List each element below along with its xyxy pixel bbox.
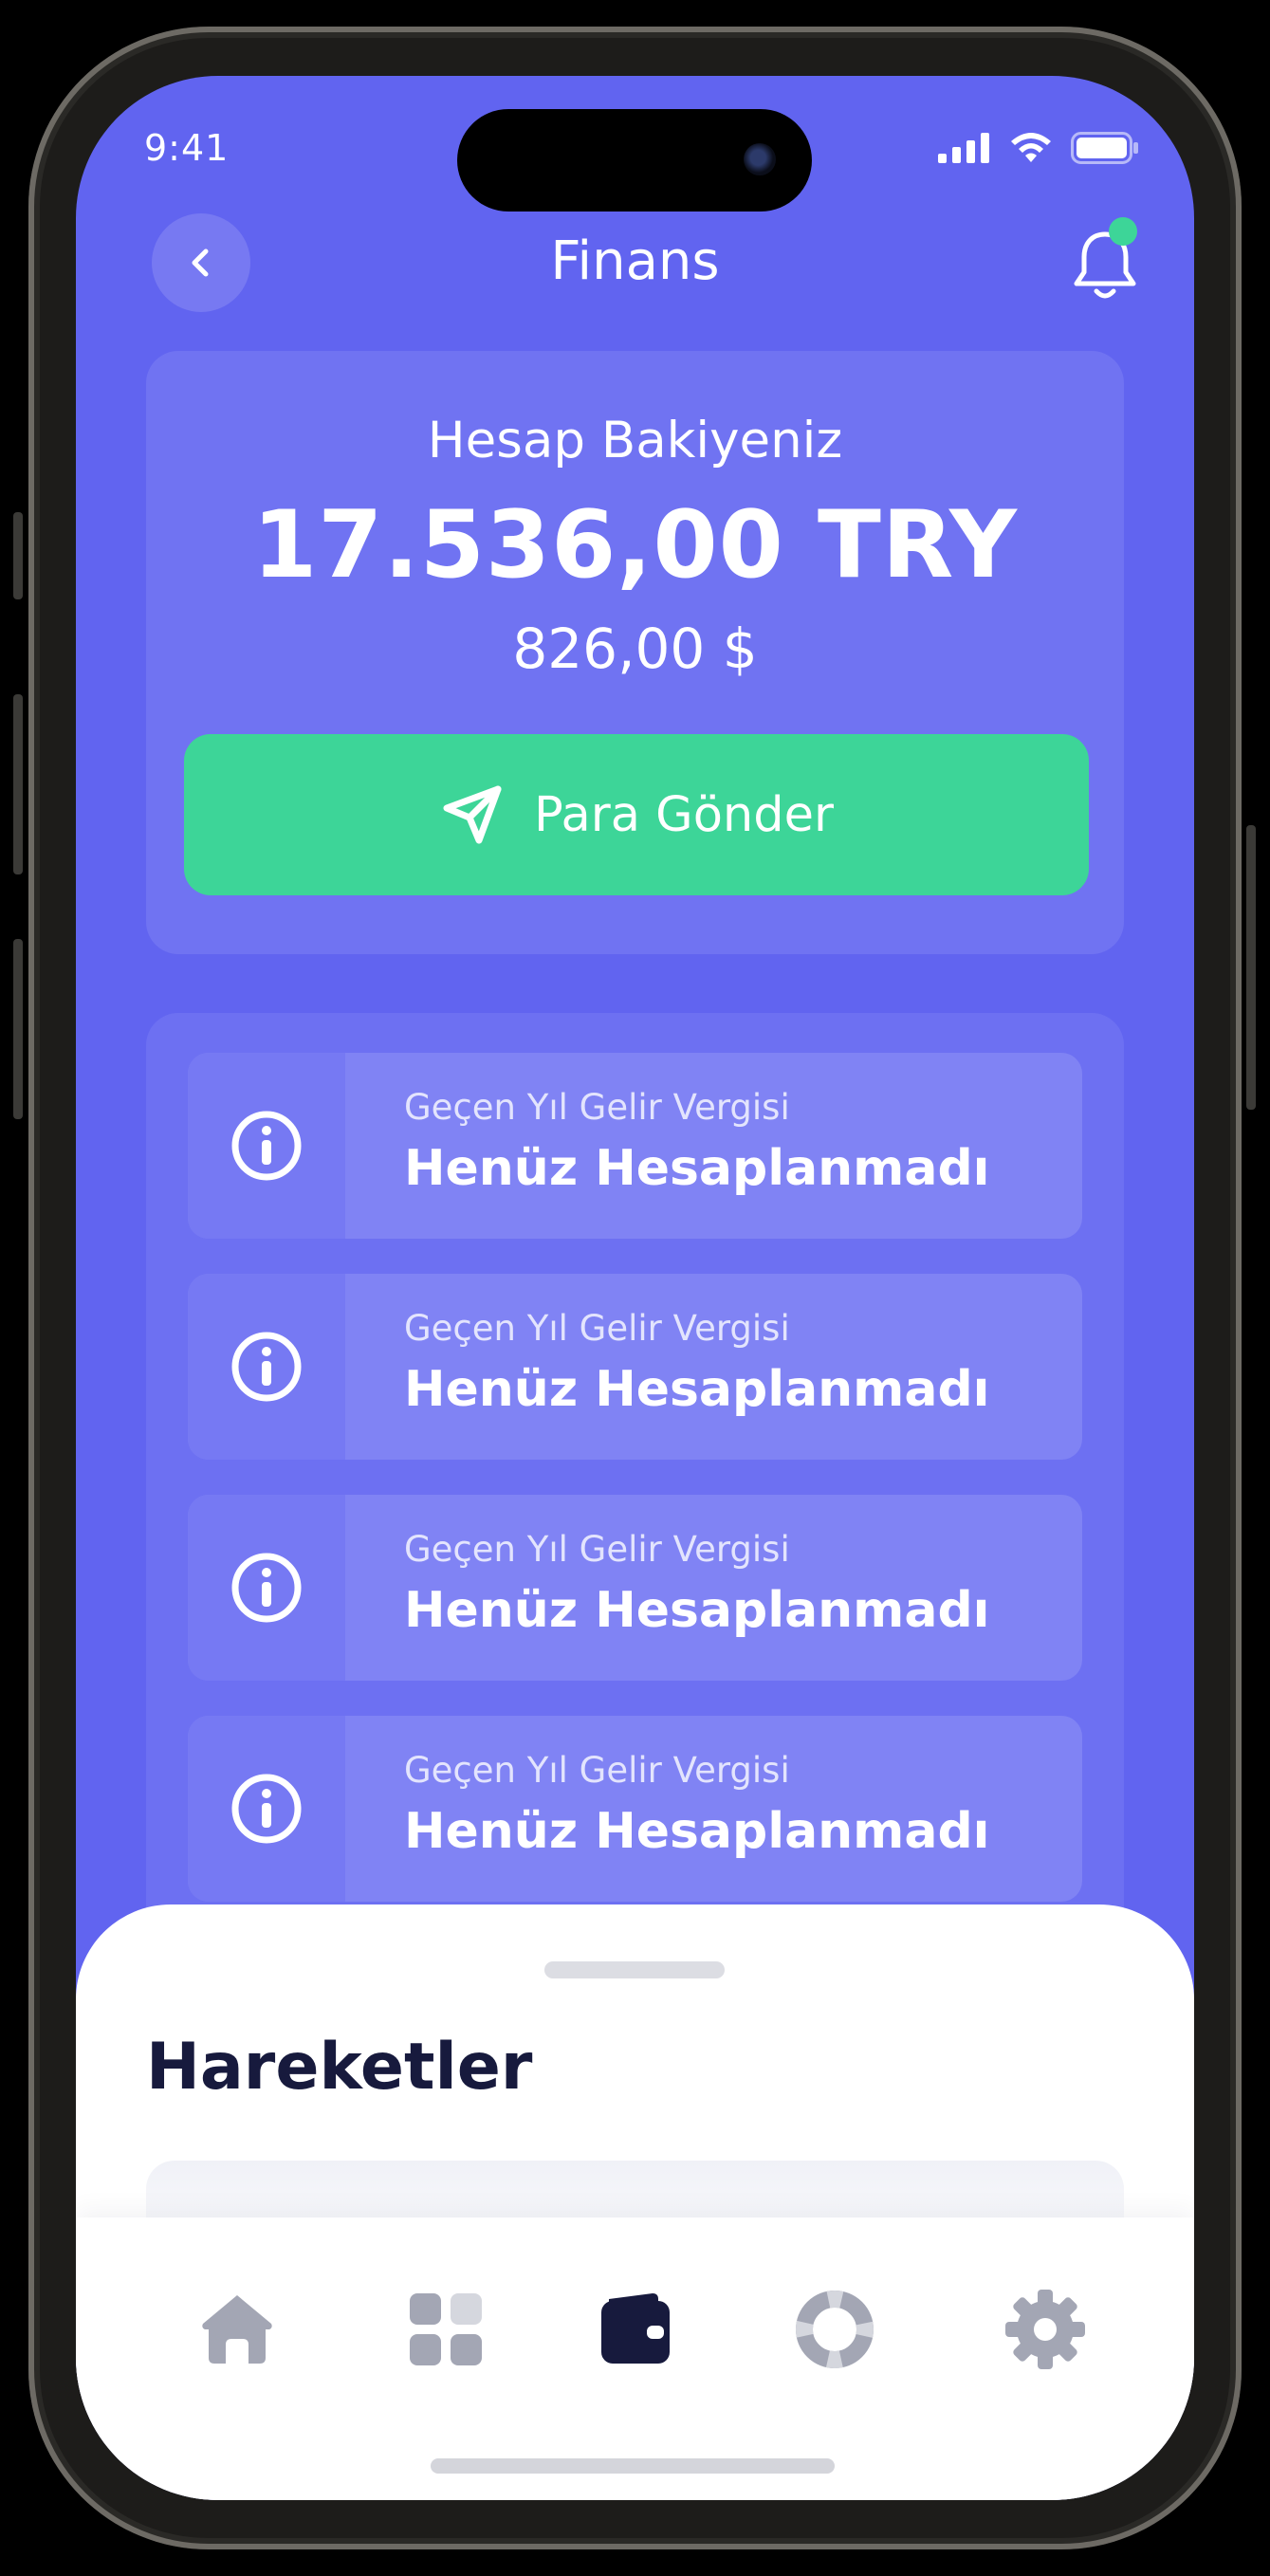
tax-item-subtitle: Geçen Yıl Gelir Vergisi	[404, 1529, 790, 1570]
tab-dashboard[interactable]	[396, 2280, 495, 2379]
tax-item-value: Henüz Hesaplanmadı	[404, 1803, 990, 1860]
home-indicator	[431, 2458, 835, 2474]
balance-card: Hesap Bakiyeniz 17.536,00 TRY 826,00 $ P…	[146, 351, 1124, 954]
sheet-grabber[interactable]	[544, 1961, 725, 1978]
tab-support[interactable]	[785, 2280, 884, 2379]
power-button	[1246, 825, 1256, 1110]
send-money-label: Para Gönder	[534, 786, 834, 843]
wifi-icon	[1011, 133, 1051, 162]
balance-label: Hesap Bakiyeniz	[427, 412, 843, 469]
tax-item[interactable]: Geçen Yıl Gelir Vergisi Henüz Hesaplanma…	[188, 1053, 1082, 1239]
volume-down-button	[13, 939, 23, 1119]
balance-amount-usd: 826,00 $	[512, 616, 758, 681]
tax-item-subtitle: Geçen Yıl Gelir Vergisi	[404, 1087, 790, 1128]
tax-item-subtitle: Geçen Yıl Gelir Vergisi	[404, 1308, 790, 1349]
notification-badge	[1109, 217, 1137, 246]
app-screen: 9:41 Finans Hesap Bakiyeniz 17.536,00 TR…	[76, 76, 1194, 2500]
silent-switch	[13, 512, 23, 599]
dynamic-island	[457, 109, 812, 212]
tax-item-icon-box	[188, 1495, 345, 1681]
tab-wallet[interactable]	[586, 2280, 685, 2379]
info-icon	[231, 1774, 302, 1844]
tax-item-value: Henüz Hesaplanmadı	[404, 1140, 990, 1197]
info-icon	[231, 1553, 302, 1623]
tax-item-icon-box	[188, 1716, 345, 1902]
tab-home[interactable]	[188, 2280, 286, 2379]
wallet-icon	[601, 2293, 670, 2364]
signal-icon	[938, 133, 989, 163]
front-camera	[744, 143, 776, 175]
home-icon	[202, 2295, 272, 2364]
volume-up-button	[13, 694, 23, 874]
tab-settings[interactable]	[996, 2280, 1095, 2379]
gear-icon	[1005, 2290, 1085, 2369]
info-icon	[231, 1332, 302, 1402]
battery-icon	[1071, 132, 1138, 164]
notifications-button[interactable]	[1061, 213, 1149, 312]
status-icons	[938, 131, 1139, 165]
tax-item[interactable]: Geçen Yıl Gelir Vergisi Henüz Hesaplanma…	[188, 1495, 1082, 1681]
sheet-title: Hareketler	[146, 2030, 533, 2105]
balance-amount: 17.536,00 TRY	[252, 491, 1018, 599]
send-icon	[443, 785, 502, 844]
info-icon	[231, 1111, 302, 1181]
header: Finans	[76, 213, 1194, 318]
page-title: Finans	[550, 230, 720, 292]
tax-item-value: Henüz Hesaplanmadı	[404, 1361, 990, 1418]
lifebuoy-icon	[796, 2291, 874, 2368]
send-money-button[interactable]: Para Gönder	[184, 734, 1089, 895]
grid-icon	[410, 2293, 482, 2365]
tax-item-value: Henüz Hesaplanmadı	[404, 1582, 990, 1639]
tax-item[interactable]: Geçen Yıl Gelir Vergisi Henüz Hesaplanma…	[188, 1716, 1082, 1902]
tax-item[interactable]: Geçen Yıl Gelir Vergisi Henüz Hesaplanma…	[188, 1274, 1082, 1460]
tax-item-icon-box	[188, 1053, 345, 1239]
status-time: 9:41	[144, 127, 230, 169]
transaction-row[interactable]	[146, 2161, 1124, 2217]
tax-item-icon-box	[188, 1274, 345, 1460]
tax-item-subtitle: Geçen Yıl Gelir Vergisi	[404, 1750, 790, 1791]
